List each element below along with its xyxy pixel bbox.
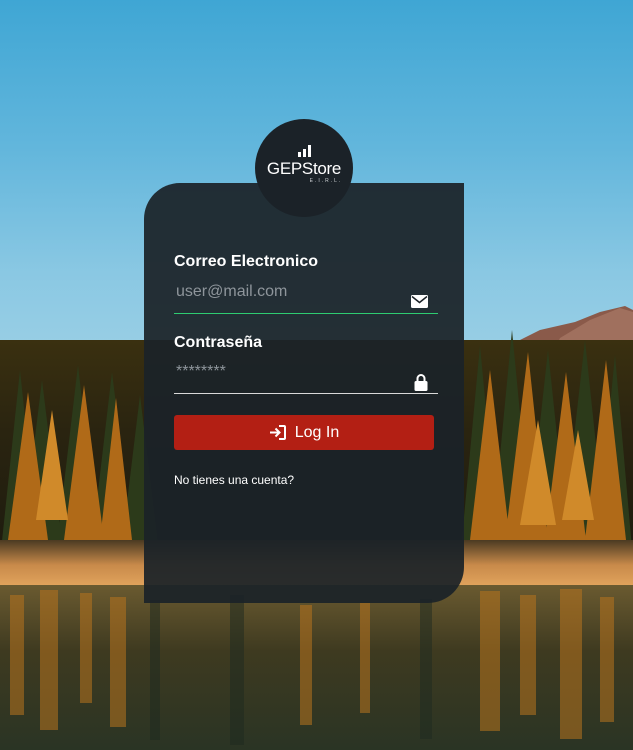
email-underline (174, 313, 438, 314)
password-input[interactable] (174, 358, 440, 386)
login-button[interactable]: Log In (174, 415, 434, 450)
email-input[interactable] (174, 278, 440, 306)
email-label: Correo Electronico (174, 253, 319, 270)
bar-chart-icon (297, 144, 311, 157)
password-underline (174, 393, 438, 394)
brand-name: GEPStore (266, 158, 342, 178)
login-arrow-icon (269, 425, 286, 440)
lock-icon (414, 374, 428, 391)
envelope-icon (411, 295, 428, 308)
brand-logo: GEPStore E.I.R.L. (255, 119, 353, 217)
signup-link[interactable]: No tienes una cuenta? (174, 473, 294, 487)
lake-reflection (10, 589, 614, 745)
brand-suffix: E.I.R.L. (309, 177, 343, 184)
password-label: Contraseña (174, 334, 263, 351)
login-button-label: Log In (294, 423, 340, 441)
